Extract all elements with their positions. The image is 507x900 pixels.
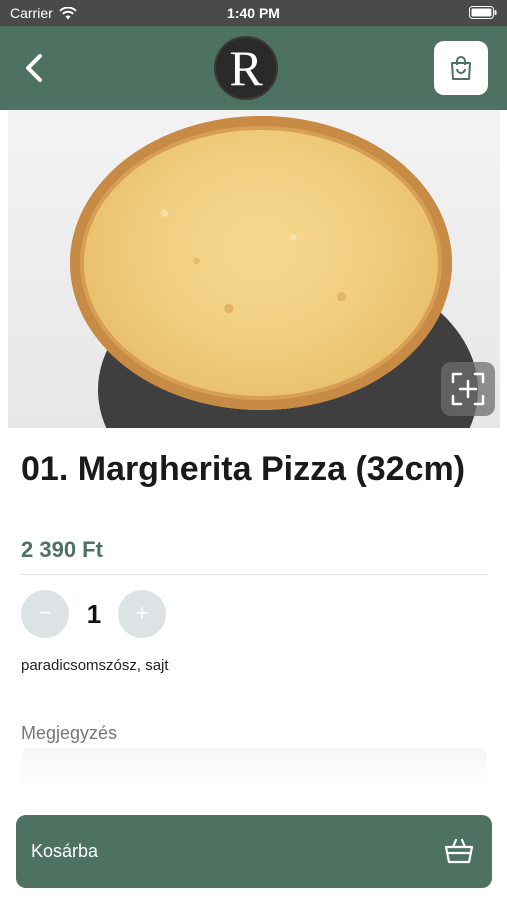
product-image	[8, 110, 500, 428]
note-input[interactable]	[21, 748, 487, 790]
app-header: R	[0, 26, 507, 110]
add-to-cart-label: Kosárba	[31, 841, 99, 861]
note-label: Megjegyzés	[21, 723, 118, 743]
expand-icon	[451, 372, 485, 406]
divider	[21, 574, 487, 575]
shopping-bag-icon	[451, 56, 471, 80]
increase-quantity-button[interactable]: +	[118, 590, 166, 638]
restaurant-logo: R	[214, 36, 278, 100]
product-title: 01. Margherita Pizza (32cm)	[21, 450, 466, 488]
back-button[interactable]	[16, 48, 52, 88]
clock: 1:40 PM	[227, 5, 280, 21]
quantity-value: 1	[86, 599, 102, 629]
product-price: 2 390 Ft	[21, 537, 103, 562]
cart-button[interactable]	[434, 41, 488, 95]
zoom-button[interactable]	[441, 362, 495, 416]
decrease-quantity-button[interactable]: −	[21, 590, 69, 638]
add-to-cart-button[interactable]: Kosárba	[16, 815, 492, 888]
ingredients-text: paradicsomszósz, sajt	[21, 657, 169, 674]
pizza-photo	[70, 116, 452, 410]
logo-letter: R	[229, 40, 263, 96]
basket-icon	[444, 838, 474, 864]
battery-icon	[469, 6, 497, 19]
chevron-left-icon	[26, 54, 42, 82]
status-bar: Carrier 1:40 PM	[0, 0, 507, 26]
quantity-stepper: − 1 +	[21, 590, 221, 638]
